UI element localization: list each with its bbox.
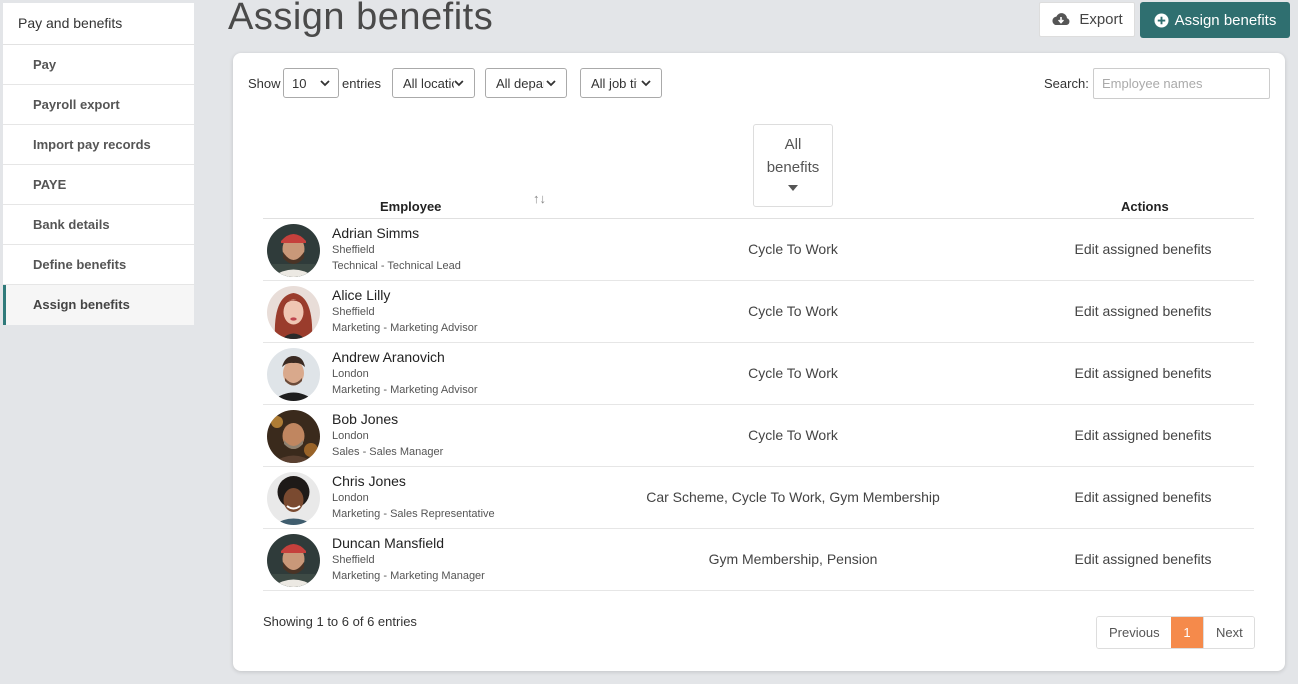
table-row: Alice Lilly Sheffield Marketing - Market… [263,281,1254,343]
edit-assigned-benefits-link[interactable]: Edit assigned benefits [1043,365,1243,381]
avatar [267,534,320,587]
assign-benefits-label: Assign benefits [1174,11,1277,29]
sidebar-item-pay[interactable]: Pay [3,45,194,85]
employee-location: Sheffield [332,554,375,566]
employee-name[interactable]: Chris Jones [332,473,406,489]
table-info: Showing 1 to 6 of 6 entries [263,614,417,629]
show-label: Show [248,76,281,91]
chevron-down-icon [320,79,330,86]
search-input[interactable] [1093,68,1270,99]
table-row: Bob Jones London Sales - Sales Manager C… [263,405,1254,467]
assigned-benefits: Cycle To Work [748,427,838,443]
edit-assigned-benefits-link[interactable]: Edit assigned benefits [1043,303,1243,319]
employees-table: Employee ↑↓ All benefits Actions Adrian … [263,123,1254,591]
table-row: Andrew Aranovich London Marketing - Mark… [263,343,1254,405]
avatar [267,348,320,401]
benefits-filter-dropdown[interactable]: All benefits [753,124,833,207]
sidebar-item-payroll-export[interactable]: Payroll export [3,85,194,125]
table-row: Adrian Simms Sheffield Technical - Techn… [263,219,1254,281]
employee-location: London [332,492,369,504]
export-label: Export [1079,11,1123,28]
edit-assigned-benefits-link[interactable]: Edit assigned benefits [1043,551,1243,567]
sidebar-item-assign-benefits[interactable]: Assign benefits [3,285,194,325]
column-header-actions: Actions [1121,199,1169,214]
department-filter[interactable]: All departments [485,68,567,98]
employee-name[interactable]: Andrew Aranovich [332,349,445,365]
job-title-filter-value: All job titles [591,75,637,91]
previous-page-button[interactable]: Previous [1097,617,1171,648]
column-header-employee[interactable]: Employee [380,199,441,214]
next-page-button[interactable]: Next [1203,617,1254,648]
assign-benefits-button[interactable]: Assign benefits [1140,2,1290,38]
location-filter-value: All locations [403,75,454,91]
employee-name[interactable]: Alice Lilly [332,287,390,303]
plus-circle-icon [1154,12,1169,28]
location-filter[interactable]: All locations [392,68,475,98]
assigned-benefits: Cycle To Work [748,303,838,319]
employee-role: Sales - Sales Manager [332,446,444,458]
sidebar-item-define-benefits[interactable]: Define benefits [3,245,194,285]
export-button[interactable]: Export [1039,2,1135,37]
department-filter-value: All departments [496,75,544,91]
employee-name[interactable]: Bob Jones [332,411,398,427]
edit-assigned-benefits-link[interactable]: Edit assigned benefits [1043,241,1243,257]
edit-assigned-benefits-link[interactable]: Edit assigned benefits [1043,489,1243,505]
search-label: Search: [1044,76,1089,91]
sidebar-title: Pay and benefits [3,3,194,45]
avatar [267,410,320,463]
assigned-benefits: Gym Membership, Pension [708,551,878,567]
current-page-button[interactable]: 1 [1171,617,1203,648]
page-title: Assign benefits [228,0,494,38]
assigned-benefits: Car Scheme, Cycle To Work, Gym Membershi… [646,489,940,505]
assigned-benefits: Cycle To Work [748,365,838,381]
sidebar: Pay and benefits Pay Payroll export Impo… [3,3,194,325]
chevron-down-icon [546,79,556,86]
employee-role: Marketing - Marketing Manager [332,570,485,582]
employee-name[interactable]: Adrian Simms [332,225,419,241]
employee-location: Sheffield [332,244,375,256]
table-controls: Show 10 entries All locations All depart… [248,68,1270,100]
employee-location: London [332,368,369,380]
employee-role: Marketing - Marketing Advisor [332,322,478,334]
sidebar-item-bank-details[interactable]: Bank details [3,205,194,245]
chevron-down-icon [454,79,464,86]
entries-select[interactable]: 10 [283,68,339,98]
sort-icon[interactable]: ↑↓ [533,191,546,206]
cloud-download-icon [1052,12,1070,25]
benefits-filter-line2: benefits [766,159,820,176]
avatar [267,224,320,277]
employee-role: Technical - Technical Lead [332,260,461,272]
avatar [267,472,320,525]
employee-location: Sheffield [332,306,375,318]
employee-location: London [332,430,369,442]
pagination: Previous 1 Next [1096,616,1255,649]
sidebar-item-import-pay-records[interactable]: Import pay records [3,125,194,165]
edit-assigned-benefits-link[interactable]: Edit assigned benefits [1043,427,1243,443]
avatar [267,286,320,339]
assigned-benefits: Cycle To Work [748,241,838,257]
benefits-filter-line1: All [784,136,802,153]
employee-role: Marketing - Marketing Advisor [332,384,478,396]
chevron-down-icon [641,79,651,86]
table-row: Chris Jones London Marketing - Sales Rep… [263,467,1254,529]
employee-role: Marketing - Sales Representative [332,508,495,520]
entries-label: entries [342,76,382,91]
caret-down-icon [788,185,798,191]
sidebar-item-paye[interactable]: PAYE [3,165,194,205]
entries-value: 10 [292,75,307,91]
employee-name[interactable]: Duncan Mansfield [332,535,444,551]
benefits-panel: Show 10 entries All locations All depart… [233,53,1285,671]
job-title-filter[interactable]: All job titles [580,68,662,98]
table-row: Duncan Mansfield Sheffield Marketing - M… [263,529,1254,591]
table-header: Employee ↑↓ All benefits Actions [263,123,1254,219]
